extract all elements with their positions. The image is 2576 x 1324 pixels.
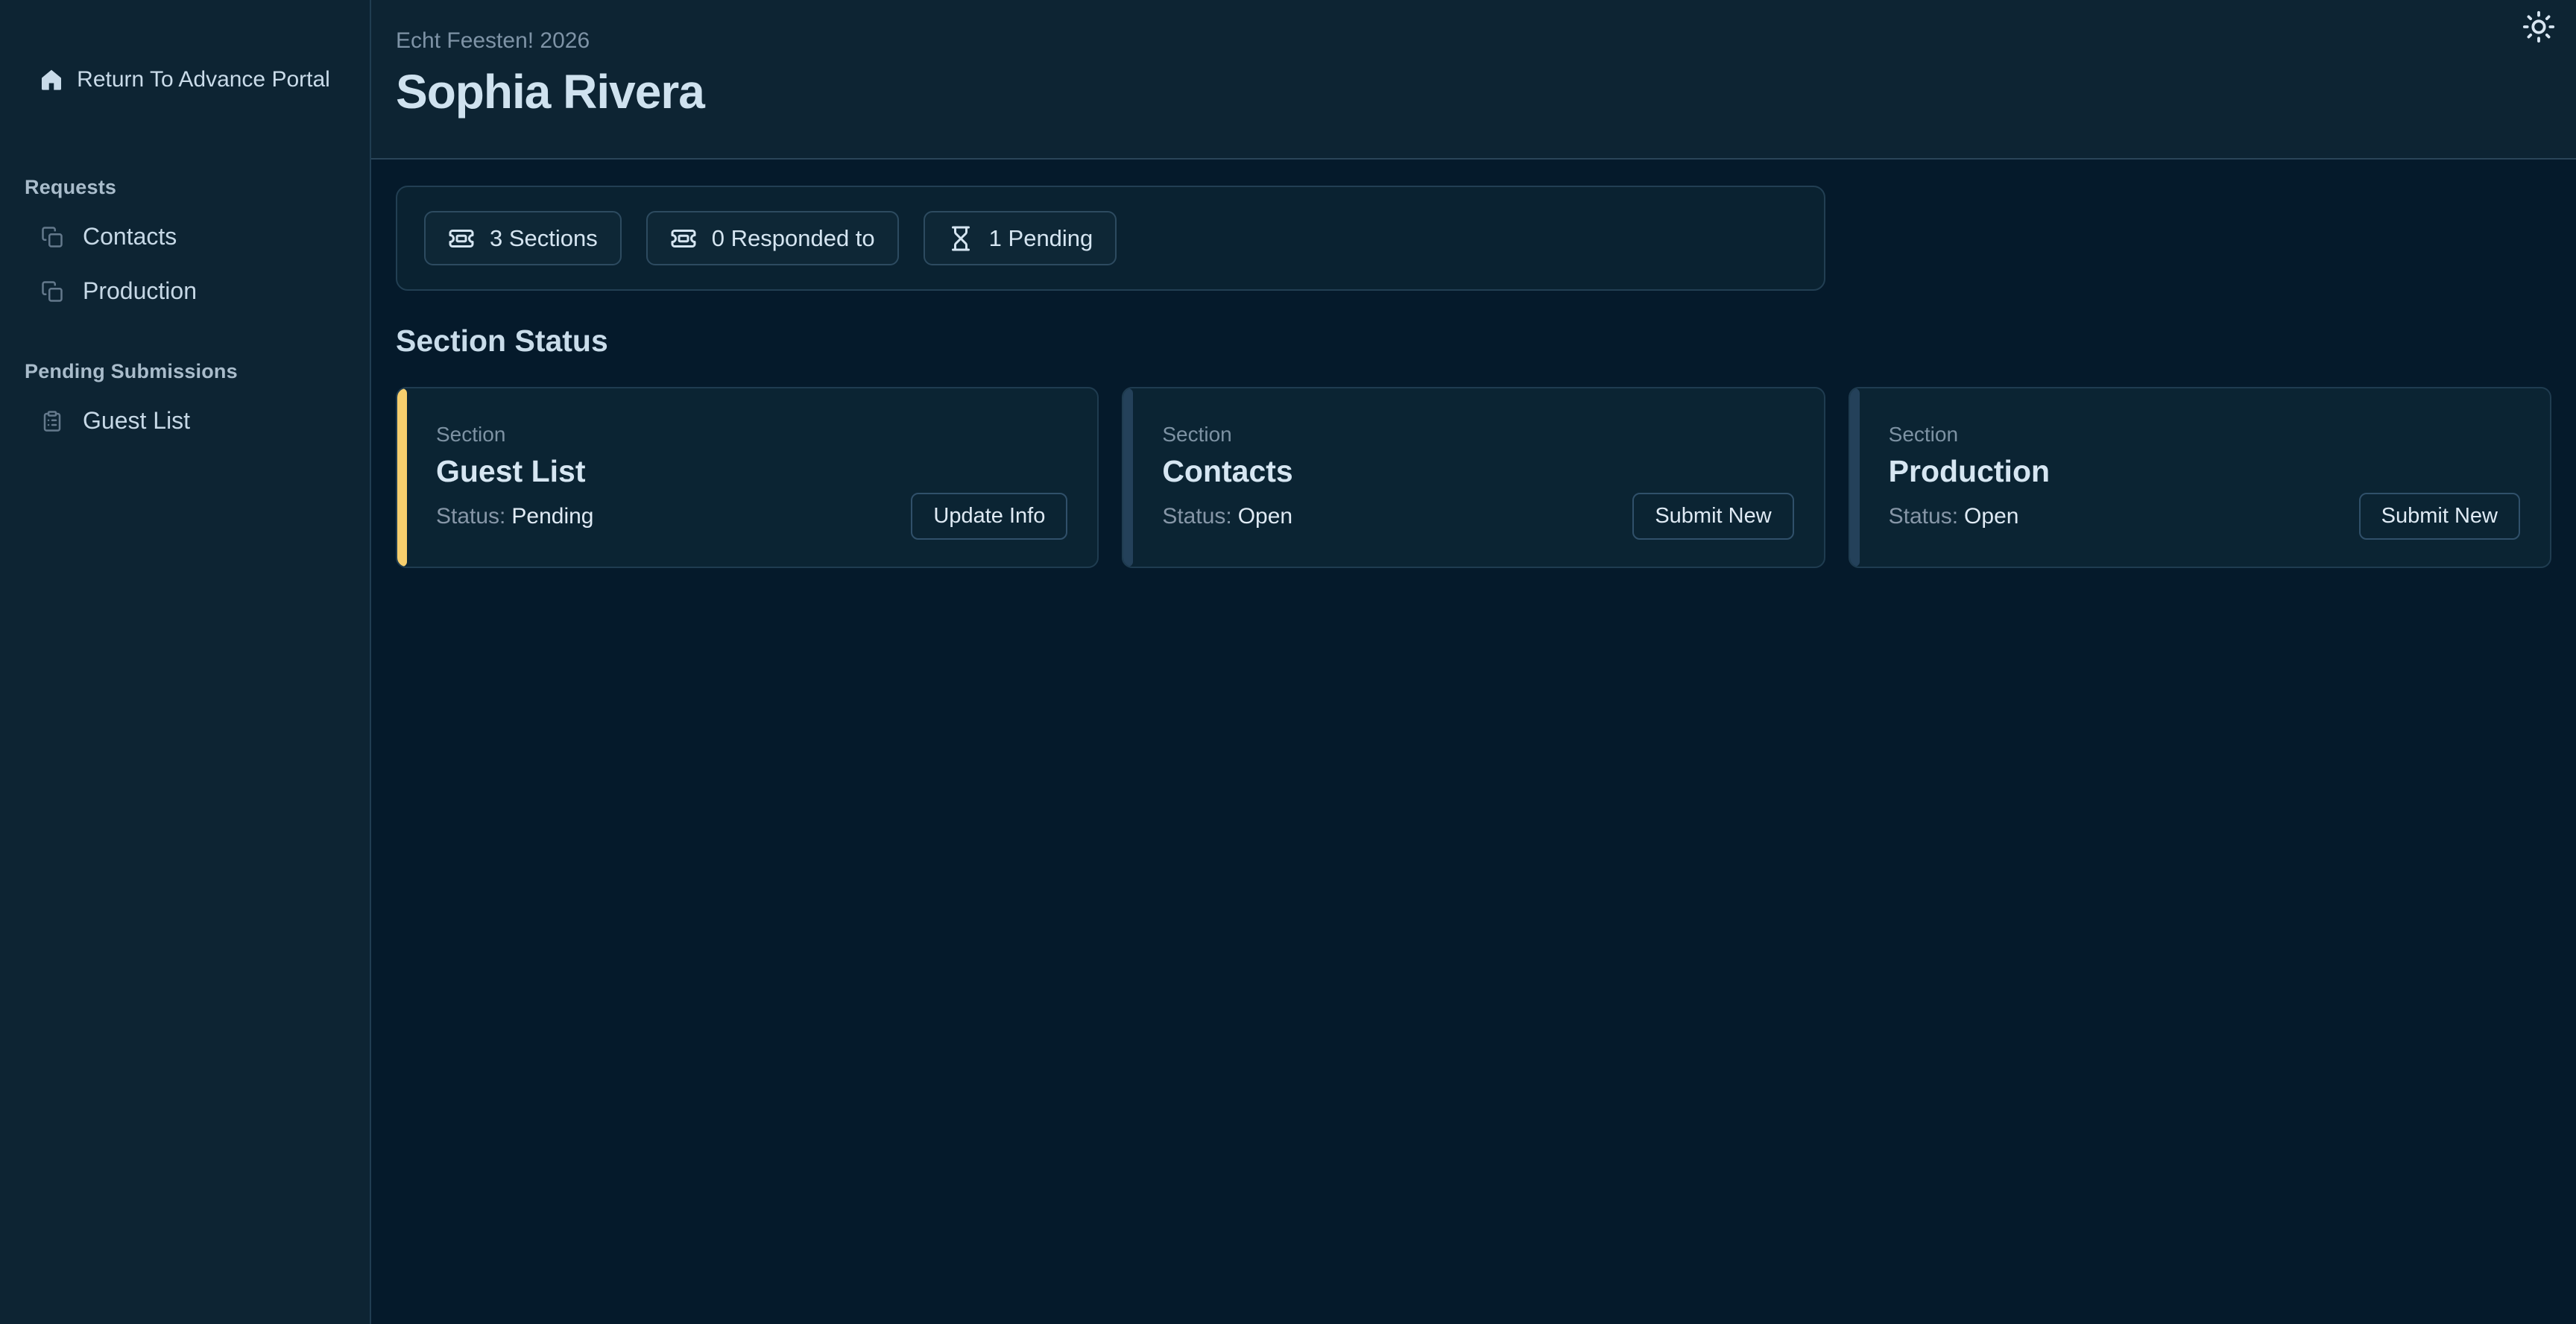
sidebar-nav: Requests Contacts Production [0, 160, 370, 490]
card-guest-list: Section Guest List Status:Pending Update… [396, 387, 1099, 568]
return-to-portal-label: Return To Advance Portal [77, 67, 330, 92]
sidebar-item-label: Production [83, 277, 197, 305]
status-value: Open [1238, 504, 1292, 529]
update-info-button[interactable]: Update Info [911, 493, 1067, 540]
home-icon [40, 68, 63, 92]
card-footer: Status: Open Submit New [1162, 493, 1793, 540]
ticket-icon [670, 225, 697, 252]
copy-icon [41, 280, 63, 303]
card-accent-bar [397, 388, 407, 567]
status-text: Status:Open [1889, 504, 2019, 529]
sidebar-top: Return To Advance Portal [0, 0, 370, 160]
sidebar-item-guest-list[interactable]: Guest List [0, 394, 370, 448]
stats-bar: 3 Sections 0 Responded to [396, 186, 1825, 291]
card-accent-bar [1123, 388, 1133, 567]
card-footer: Status:Pending Update Info [436, 493, 1067, 540]
sidebar: Return To Advance Portal Requests Contac… [0, 0, 371, 1324]
copy-icon [41, 226, 63, 248]
stat-responded[interactable]: 0 Responded to [646, 211, 899, 265]
main-column: Echt Feesten! 2026 Sophia Rivera [371, 0, 2576, 1324]
card-accent-bar [1850, 388, 1860, 567]
card-production: Section Production Status:Open Submit Ne… [1849, 387, 2551, 568]
status-text: Status:Pending [436, 504, 594, 529]
stat-label: 1 Pending [989, 225, 1093, 252]
sun-icon [2522, 10, 2556, 44]
submit-new-button[interactable]: Submit New [2359, 493, 2520, 540]
nav-section-pending-submissions: Pending Submissions Guest List [0, 360, 370, 448]
status-label: Status: [1889, 504, 1958, 529]
section-status-heading: Section Status [396, 324, 2551, 359]
status-value: Pending [511, 504, 593, 529]
section-status-cards: Section Guest List Status:Pending Update… [396, 387, 2551, 568]
submit-new-button[interactable]: Submit New [1632, 493, 1793, 540]
sidebar-item-label: Guest List [83, 407, 190, 435]
nav-section-label: Pending Submissions [0, 360, 370, 383]
card-title: Production [1889, 454, 2520, 489]
page-title: Sophia Rivera [396, 64, 2551, 119]
return-to-portal-link[interactable]: Return To Advance Portal [40, 67, 330, 92]
nav-section-requests: Requests Contacts Production [0, 176, 370, 318]
sidebar-item-production[interactable]: Production [0, 264, 370, 318]
hourglass-icon [947, 225, 974, 252]
card-kicker: Section [1889, 423, 2520, 447]
stat-label: 3 Sections [490, 225, 598, 252]
breadcrumb: Echt Feesten! 2026 [396, 28, 2551, 54]
content-area: 3 Sections 0 Responded to [371, 160, 2576, 1324]
card-kicker: Section [436, 423, 1067, 447]
card-contacts: Section Contacts Status: Open Submit New [1122, 387, 1825, 568]
status-label: Status: [1162, 504, 1231, 529]
theme-toggle-button[interactable] [2521, 9, 2557, 45]
status-label: Status: [436, 504, 505, 529]
stat-label: 0 Responded to [712, 225, 875, 252]
card-footer: Status:Open Submit New [1889, 493, 2520, 540]
card-kicker: Section [1162, 423, 1793, 447]
clipboard-list-icon [41, 410, 63, 432]
stat-sections[interactable]: 3 Sections [424, 211, 622, 265]
ticket-icon [448, 225, 475, 252]
nav-section-label: Requests [0, 176, 370, 199]
stat-pending[interactable]: 1 Pending [924, 211, 1117, 265]
card-title: Guest List [436, 454, 1067, 489]
sidebar-item-label: Contacts [83, 223, 177, 250]
status-text: Status: Open [1162, 504, 1292, 529]
status-value: Open [1964, 504, 2018, 529]
card-title: Contacts [1162, 454, 1793, 489]
page-header: Echt Feesten! 2026 Sophia Rivera [371, 0, 2576, 160]
sidebar-item-contacts[interactable]: Contacts [0, 209, 370, 264]
